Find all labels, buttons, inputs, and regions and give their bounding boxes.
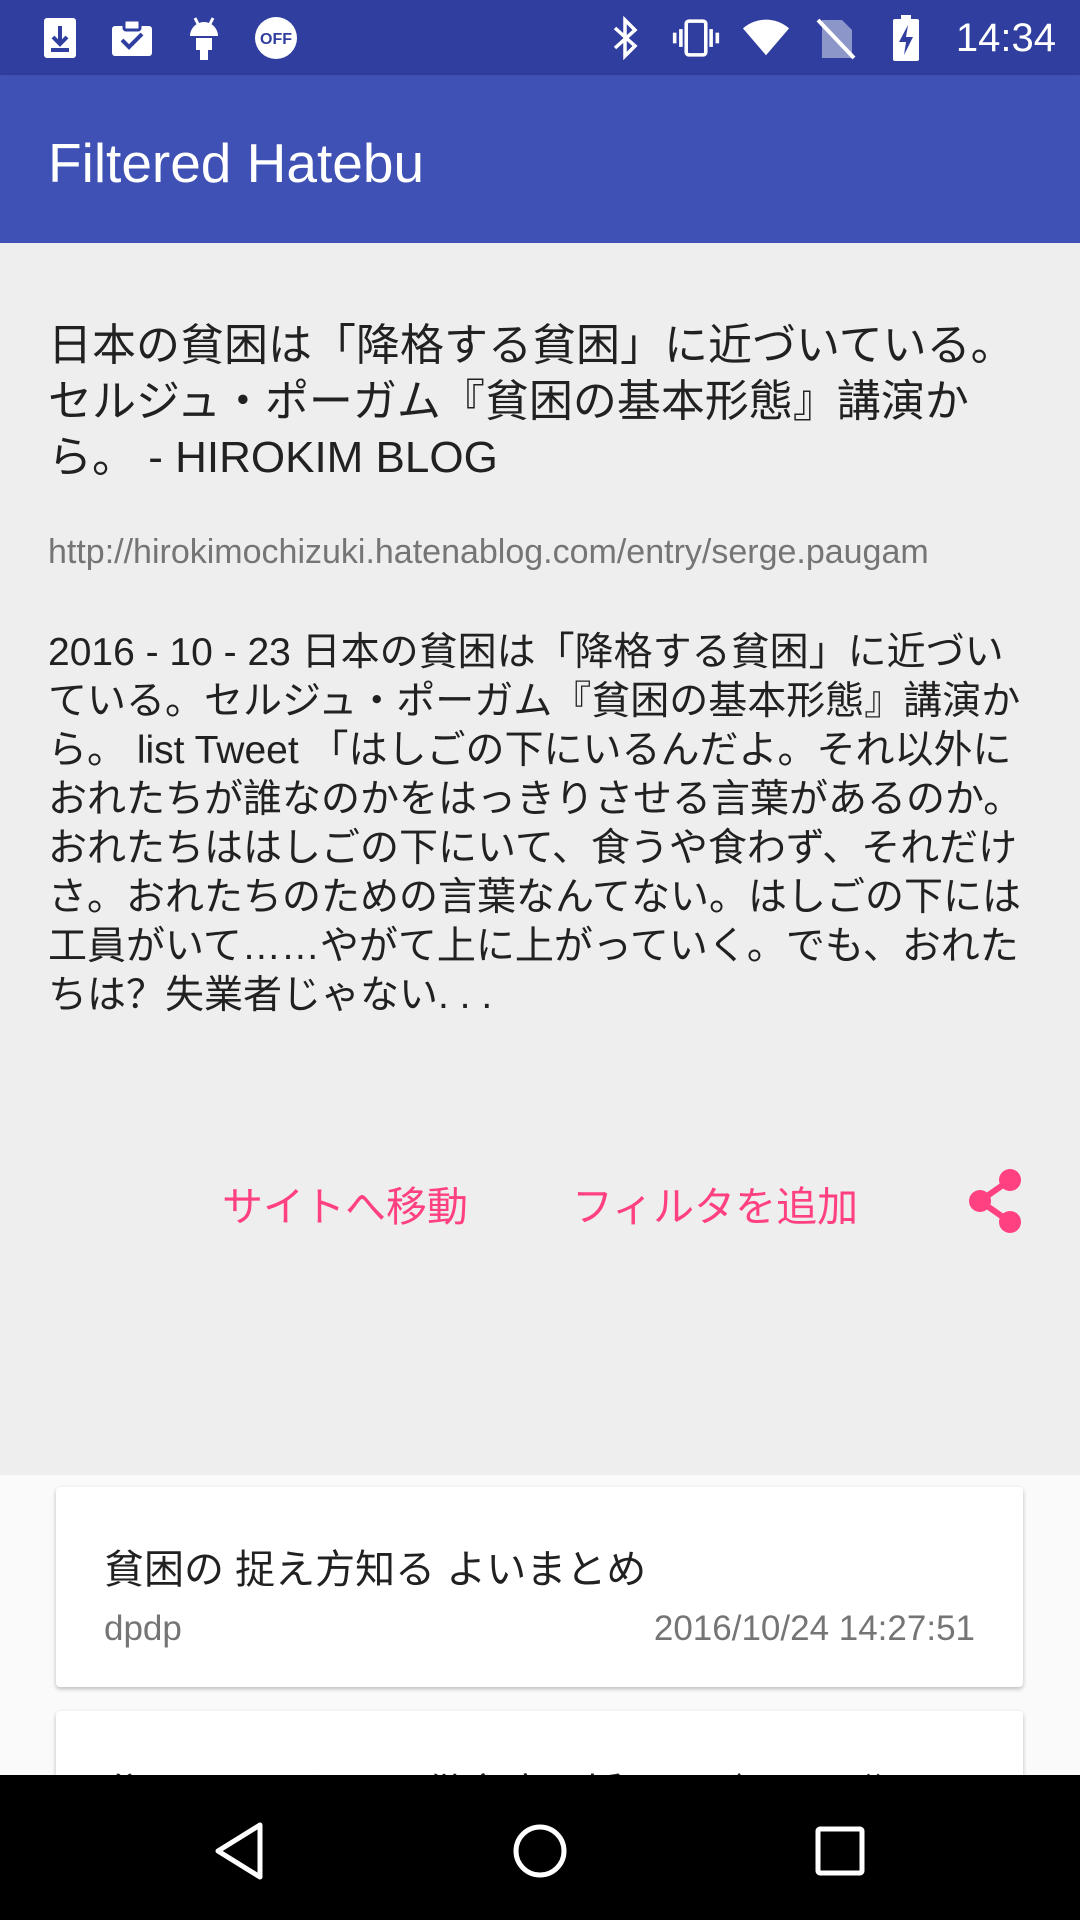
clipboard-check-icon <box>108 14 156 62</box>
entry-summary: 2016 - 10 - 23 日本の貧困は「降格する貧困」に近づいている。セルジ… <box>48 631 1023 1017</box>
bluetooth-icon <box>602 14 650 62</box>
download-icon <box>36 14 84 62</box>
status-bar: OFF 14:34 <box>0 0 1080 75</box>
list-item[interactable]: 貧困はうになる子供家庭の婚いとが一面に犯ん <box>56 1711 1023 1775</box>
home-icon <box>513 1824 567 1878</box>
off-badge-icon: OFF <box>252 14 300 62</box>
home-button[interactable] <box>500 1811 580 1891</box>
back-button[interactable] <box>200 1811 280 1891</box>
clock: 14:34 <box>955 15 1056 60</box>
add-filter-button[interactable]: フィルタを追加 <box>572 1173 858 1233</box>
android-icon <box>180 14 228 62</box>
comment-user: dpdp <box>104 1609 182 1648</box>
open-site-button[interactable]: サイトへ移動 <box>222 1173 468 1233</box>
navigation-bar <box>0 1775 1080 1920</box>
recents-button[interactable] <box>800 1811 880 1891</box>
app-title: Filtered Hatebu <box>48 132 425 194</box>
wifi-icon <box>742 14 790 62</box>
list-item[interactable]: 貧困の 捉え方知る よいまとめ dpdp 2016/10/24 14:27:51 <box>56 1487 1023 1687</box>
entry-detail: 日本の貧困は「降格する貧困」に近づいている。セルジュ・ポーガム『貧困の基本形態』… <box>0 243 1080 1475</box>
no-sim-icon <box>812 14 860 62</box>
comment-text: 貧困の 捉え方知る よいまとめ <box>104 1548 647 1592</box>
share-icon <box>969 1169 1021 1233</box>
entry-title: 日本の貧困は「降格する貧困」に近づいている。セルジュ・ポーガム『貧困の基本形態』… <box>48 321 1015 482</box>
app-bar: Filtered Hatebu <box>0 75 1080 243</box>
vibrate-icon <box>672 14 720 62</box>
battery-charging-icon <box>882 14 930 62</box>
comment-list: 貧困の 捉え方知る よいまとめ dpdp 2016/10/24 14:27:51… <box>0 1475 1080 1775</box>
system-icons: 14:34 <box>602 14 1056 62</box>
comment-date: 2016/10/24 14:27:51 <box>653 1609 975 1648</box>
off-badge-label: OFF <box>260 31 292 48</box>
notification-icons: OFF <box>36 14 300 62</box>
entry-url[interactable]: http://hirokimochizuki.hatenablog.com/en… <box>48 533 1048 572</box>
share-button[interactable] <box>960 1163 1030 1239</box>
comment-text: 貧困はうになる子供家庭の婚いとが一面に犯ん <box>104 1761 944 1775</box>
back-icon <box>215 1822 263 1880</box>
recents-icon <box>815 1826 865 1876</box>
